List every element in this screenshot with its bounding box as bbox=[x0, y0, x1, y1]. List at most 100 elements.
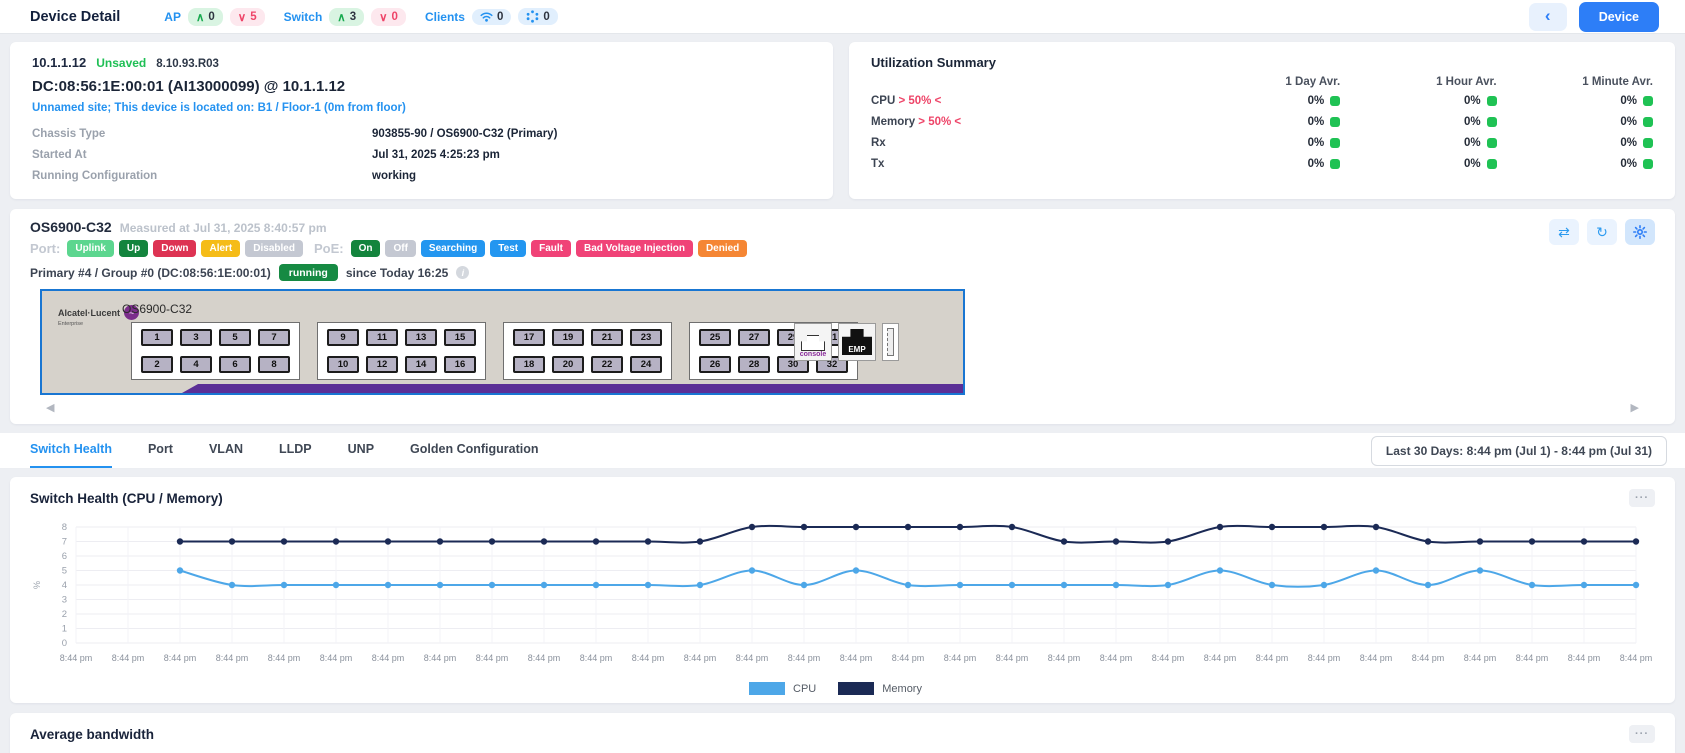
port[interactable]: 6 bbox=[219, 356, 251, 373]
arrow-up-icon: ∧ bbox=[337, 10, 345, 24]
clients-wifi-badge[interactable]: 0 bbox=[472, 9, 511, 25]
utilization-column-header: 1 Day Avr. bbox=[1184, 70, 1340, 90]
port[interactable]: 21 bbox=[591, 329, 623, 346]
legend-swatch-cpu[interactable] bbox=[749, 682, 785, 695]
port[interactable]: 14 bbox=[405, 356, 437, 373]
svg-text:8:44 pm: 8:44 pm bbox=[1152, 653, 1185, 663]
wifi-icon bbox=[480, 11, 493, 22]
port[interactable]: 4 bbox=[180, 356, 212, 373]
svg-text:8:44 pm: 8:44 pm bbox=[164, 653, 197, 663]
status-ok-icon bbox=[1643, 159, 1653, 169]
usb-connector-icon bbox=[887, 328, 894, 356]
port[interactable]: 25 bbox=[699, 329, 731, 346]
switch-up-badge[interactable]: ∧ 3 bbox=[329, 8, 364, 26]
port[interactable]: 26 bbox=[699, 356, 731, 373]
chassis-model-label: OS6900-C32 bbox=[122, 302, 192, 316]
swap-view-button[interactable]: ⇄ bbox=[1549, 219, 1579, 245]
port[interactable]: 22 bbox=[591, 356, 623, 373]
device-location-link[interactable]: Unnamed site; This device is located on:… bbox=[32, 102, 811, 114]
clients-cluster-badge[interactable]: 0 bbox=[518, 8, 557, 25]
legend-badge: Searching bbox=[421, 240, 485, 257]
port[interactable]: 3 bbox=[180, 329, 212, 346]
port[interactable]: 1 bbox=[141, 329, 173, 346]
switch-label: Switch bbox=[284, 10, 323, 24]
tab-lldp[interactable]: LLDP bbox=[279, 442, 312, 468]
port[interactable]: 18 bbox=[513, 356, 545, 373]
svg-text:7: 7 bbox=[62, 537, 67, 548]
port[interactable]: 27 bbox=[738, 329, 770, 346]
ap-down-badge[interactable]: ∨ 5 bbox=[230, 8, 265, 26]
usb-port[interactable] bbox=[882, 323, 899, 361]
svg-text:8:44 pm: 8:44 pm bbox=[788, 653, 821, 663]
scroll-left-icon[interactable]: ◀ bbox=[46, 401, 54, 414]
tab-golden-configuration[interactable]: Golden Configuration bbox=[410, 442, 538, 468]
port[interactable]: 7 bbox=[258, 329, 290, 346]
port[interactable]: 17 bbox=[513, 329, 545, 346]
arrow-up-icon: ∧ bbox=[196, 10, 204, 24]
switch-down-badge[interactable]: ∨ 0 bbox=[371, 8, 406, 26]
utilization-value: 0% bbox=[1340, 90, 1496, 111]
legend-badge: On bbox=[351, 240, 381, 257]
port-poe-legend: Port: UplinkUpDownAlertDisabled PoE: OnO… bbox=[30, 240, 1655, 257]
settings-button[interactable] bbox=[1625, 219, 1655, 245]
chart-menu-button[interactable]: ··· bbox=[1629, 489, 1655, 507]
svg-text:5: 5 bbox=[62, 566, 67, 577]
console-port[interactable]: console bbox=[794, 323, 832, 361]
status-ok-icon bbox=[1487, 138, 1497, 148]
running-status-badge: running bbox=[279, 264, 338, 281]
threshold-text: > 50% < bbox=[918, 116, 961, 128]
legend-badge: Disabled bbox=[245, 240, 303, 257]
date-range-picker[interactable]: Last 30 Days: 8:44 pm (Jul 1) - 8:44 pm … bbox=[1371, 436, 1667, 466]
status-ok-icon bbox=[1330, 138, 1340, 148]
port[interactable]: 19 bbox=[552, 329, 584, 346]
utilization-value: 0% bbox=[1497, 90, 1653, 111]
info-icon[interactable]: i bbox=[456, 266, 469, 279]
port[interactable]: 23 bbox=[630, 329, 662, 346]
field-label: Running Configuration bbox=[32, 170, 372, 182]
svg-text:8:44 pm: 8:44 pm bbox=[528, 653, 561, 663]
emp-label: EMP bbox=[842, 329, 872, 355]
tab-unp[interactable]: UNP bbox=[348, 442, 374, 468]
utilization-value: 0% bbox=[1340, 153, 1496, 174]
svg-text:8:44 pm: 8:44 pm bbox=[1412, 653, 1445, 663]
port[interactable]: 13 bbox=[405, 329, 437, 346]
chart-menu-button[interactable]: ··· bbox=[1629, 725, 1655, 743]
legend-swatch-memory[interactable] bbox=[838, 682, 874, 695]
since-text: since Today 16:25 bbox=[346, 266, 449, 280]
port[interactable]: 9 bbox=[327, 329, 359, 346]
port[interactable]: 11 bbox=[366, 329, 398, 346]
svg-text:8:44 pm: 8:44 pm bbox=[580, 653, 613, 663]
ap-up-badge[interactable]: ∧ 0 bbox=[188, 8, 223, 26]
legend-badge: Bad Voltage Injection bbox=[576, 240, 693, 257]
legend-label-cpu[interactable]: CPU bbox=[793, 683, 816, 695]
port[interactable]: 28 bbox=[738, 356, 770, 373]
measured-at: Measured at Jul 31, 2025 8:40:57 pm bbox=[120, 221, 327, 235]
port[interactable]: 15 bbox=[444, 329, 476, 346]
tab-port[interactable]: Port bbox=[148, 442, 173, 468]
scroll-right-icon[interactable]: ▶ bbox=[1631, 401, 1639, 414]
port[interactable]: 20 bbox=[552, 356, 584, 373]
legend-badge: Test bbox=[490, 240, 526, 257]
port[interactable]: 5 bbox=[219, 329, 251, 346]
port[interactable]: 16 bbox=[444, 356, 476, 373]
back-button[interactable]: ‹ bbox=[1529, 3, 1567, 31]
svg-text:8:44 pm: 8:44 pm bbox=[372, 653, 405, 663]
port[interactable]: 2 bbox=[141, 356, 173, 373]
status-ok-icon bbox=[1643, 96, 1653, 106]
legend-label-memory[interactable]: Memory bbox=[882, 683, 922, 695]
page-title: Device Detail bbox=[30, 9, 120, 25]
refresh-button[interactable]: ↻ bbox=[1587, 219, 1617, 245]
port[interactable]: 8 bbox=[258, 356, 290, 373]
port[interactable]: 24 bbox=[630, 356, 662, 373]
port[interactable]: 10 bbox=[327, 356, 359, 373]
device-button[interactable]: Device bbox=[1579, 2, 1659, 32]
legend-badge: Down bbox=[153, 240, 196, 257]
console-label: console bbox=[800, 351, 826, 360]
status-ok-icon bbox=[1643, 117, 1653, 127]
tab-vlan[interactable]: VLAN bbox=[209, 442, 243, 468]
port[interactable]: 12 bbox=[366, 356, 398, 373]
tab-switch-health[interactable]: Switch Health bbox=[30, 442, 112, 468]
utilization-row-label: Tx bbox=[871, 153, 1184, 174]
utilization-title: Utilization Summary bbox=[871, 55, 1653, 70]
emp-port[interactable]: EMP bbox=[838, 323, 876, 361]
